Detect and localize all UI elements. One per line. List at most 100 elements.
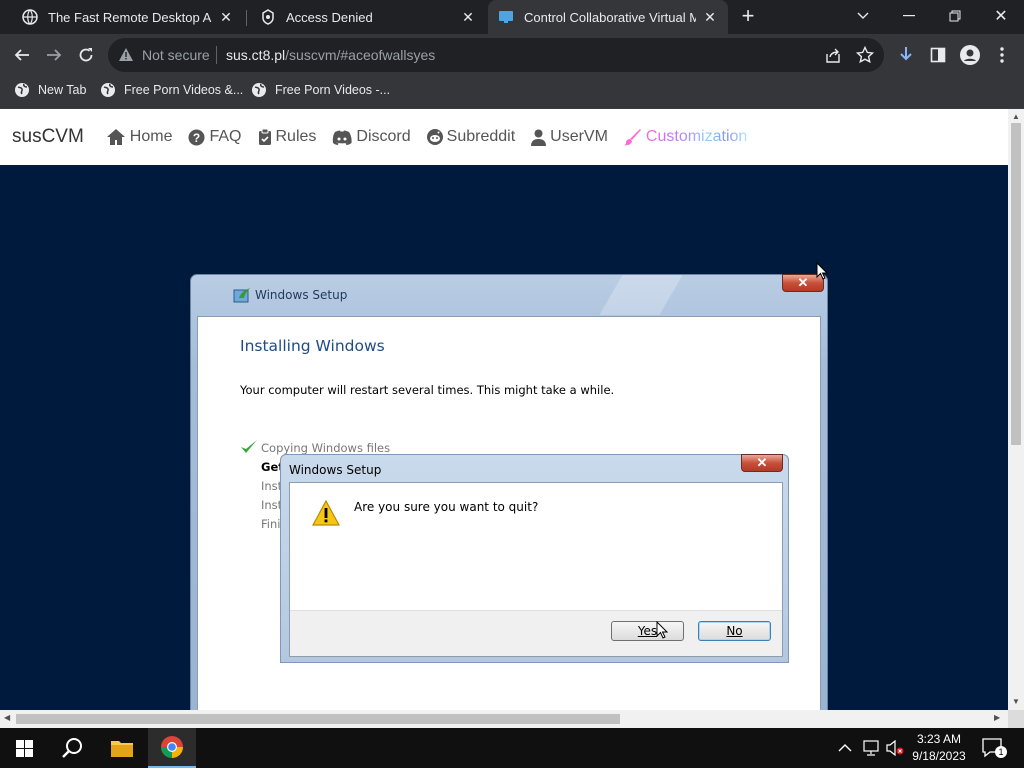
bookmark-free-porn-videos-2[interactable]: Free Porn Videos -... xyxy=(251,76,390,104)
address-bar[interactable]: Not secure sus.ct8.pl/suscvm/#aceofwalls… xyxy=(108,38,884,72)
volume-muted-icon[interactable] xyxy=(886,739,904,761)
bookmark-new-tab[interactable]: New Tab xyxy=(14,76,86,104)
nav-label: Subreddit xyxy=(446,128,516,145)
nav-label: FAQ xyxy=(209,128,242,145)
quit-confirm-dialog: Windows Setup ✕ Are you sure you want to… xyxy=(280,454,789,663)
restore-icon xyxy=(949,10,961,22)
nav-label: UserVM xyxy=(550,128,608,145)
monitor-icon xyxy=(498,9,514,25)
forward-button[interactable] xyxy=(38,34,70,76)
address-divider xyxy=(216,46,217,64)
close-tab-icon[interactable]: ✕ xyxy=(460,9,476,25)
close-tab-icon[interactable]: ✕ xyxy=(702,9,718,25)
dialog-close-button[interactable]: ✕ xyxy=(741,454,783,472)
nav-home[interactable]: Home xyxy=(106,128,172,146)
tab-access-denied[interactable]: Access Denied ✕ xyxy=(250,0,486,34)
restore-button[interactable] xyxy=(932,0,978,32)
tab-title: Access Denied xyxy=(286,9,373,25)
home-icon xyxy=(106,129,125,145)
dialog-title: Windows Setup xyxy=(289,463,382,477)
bookmark-label: Free Porn Videos -... xyxy=(275,83,391,97)
clock-date: 9/18/2023 xyxy=(912,749,966,763)
scroll-down-arrow-icon[interactable]: ▼ xyxy=(1012,697,1020,706)
scroll-left-arrow-icon[interactable]: ◀ xyxy=(4,713,10,722)
horizontal-scroll-thumb[interactable] xyxy=(16,714,620,724)
download-arrow-icon xyxy=(900,47,912,61)
nav-discord[interactable]: Discord xyxy=(332,128,411,146)
tab-search-button[interactable] xyxy=(840,0,886,32)
bookmark-free-porn-videos-1[interactable]: Free Porn Videos &... xyxy=(100,76,243,104)
close-icon: ✕ xyxy=(756,455,768,470)
chrome-taskbar-button[interactable] xyxy=(148,728,196,768)
warning-triangle-icon[interactable] xyxy=(118,47,134,67)
close-window-button[interactable]: ✕ xyxy=(978,0,1024,32)
reload-button[interactable] xyxy=(70,34,102,76)
close-icon: ✕ xyxy=(994,8,1008,25)
horizontal-scrollbar[interactable]: ◀ ▶ xyxy=(0,710,1008,728)
bookmarks-bar: New Tab Free Porn Videos &... Free Porn … xyxy=(0,76,1024,109)
nav-uservm[interactable]: UserVM xyxy=(531,128,608,146)
scroll-right-arrow-icon[interactable]: ▶ xyxy=(994,713,1000,722)
no-button[interactable]: No xyxy=(698,621,771,641)
mouse-cursor-icon xyxy=(656,620,669,644)
extension-download-button[interactable] xyxy=(890,34,922,76)
mouse-cursor-icon xyxy=(816,261,829,285)
yes-button[interactable]: Yes xyxy=(611,621,684,641)
tab-fast-remote-desktop[interactable]: The Fast Remote Desktop Application ✕ xyxy=(12,0,244,34)
notifications-button[interactable]: 1 xyxy=(982,738,1007,763)
reload-icon xyxy=(79,48,93,62)
kebab-menu-icon xyxy=(1000,47,1004,63)
dialog-button-bar: Yes No xyxy=(290,610,782,656)
profile-button[interactable] xyxy=(954,34,986,76)
folder-icon xyxy=(111,741,133,757)
arrow-left-icon xyxy=(14,49,29,61)
file-explorer-button[interactable] xyxy=(98,728,146,768)
url-text[interactable]: sus.ct8.pl/suscvm/#aceofwallsyes xyxy=(226,47,435,63)
nav-label: Rules xyxy=(275,128,317,145)
security-label[interactable]: Not secure xyxy=(142,47,210,63)
network-icon[interactable] xyxy=(862,740,880,761)
globe-icon xyxy=(14,82,30,98)
tab-separator xyxy=(246,10,247,26)
taskbar-clock[interactable]: 3:23 AM 9/18/2023 xyxy=(906,731,972,765)
scrollbar-corner xyxy=(1008,710,1024,728)
star-icon[interactable] xyxy=(855,45,875,69)
site-brand[interactable]: susCVM xyxy=(12,126,84,148)
url-path: /suscvm/#aceofwallsyes xyxy=(285,47,436,63)
nav-subreddit[interactable]: Subreddit xyxy=(426,128,516,146)
url-host: sus.ct8.pl xyxy=(226,47,286,63)
new-tab-button[interactable]: + xyxy=(737,5,759,28)
share-icon[interactable] xyxy=(824,46,842,69)
scroll-up-arrow-icon[interactable]: ▲ xyxy=(1012,112,1020,121)
nav-faq[interactable]: ? FAQ xyxy=(188,128,242,146)
menu-button[interactable] xyxy=(986,34,1018,76)
tab-strip: The Fast Remote Desktop Application ✕ Ac… xyxy=(0,0,1024,34)
nav-rules[interactable]: Rules xyxy=(258,128,317,146)
warning-icon xyxy=(311,499,341,531)
nav-customization[interactable]: Customization xyxy=(623,128,747,146)
close-tab-icon[interactable]: ✕ xyxy=(218,9,234,25)
show-hidden-icons-chevron-icon[interactable] xyxy=(838,740,852,758)
no-label: No xyxy=(726,624,743,638)
cloudflare-icon xyxy=(260,9,276,25)
nav-label: Discord xyxy=(356,128,411,145)
search-icon xyxy=(62,738,82,758)
start-button[interactable] xyxy=(0,728,48,768)
minimize-icon xyxy=(903,15,915,17)
reddit-icon xyxy=(426,129,443,145)
svg-text:?: ? xyxy=(193,131,200,145)
setup-icon xyxy=(233,286,251,309)
vertical-scrollbar[interactable]: ▲ ▼ xyxy=(1008,109,1024,710)
globe-icon xyxy=(251,82,267,98)
close-icon: ✕ xyxy=(797,275,809,290)
browser-toolbar: Not secure sus.ct8.pl/suscvm/#aceofwalls… xyxy=(0,34,1024,76)
vertical-scroll-thumb[interactable] xyxy=(1011,123,1021,445)
back-button[interactable] xyxy=(6,34,38,76)
tab-control-collaborative-vm[interactable]: Control Collaborative Virtual Machines ✕ xyxy=(488,0,728,34)
setup-window-title: Windows Setup xyxy=(255,288,348,302)
side-panel-button[interactable] xyxy=(922,34,954,76)
page-viewport: susCVM Home ? FAQ Rules Discord Subreddi… xyxy=(0,109,1008,710)
search-button[interactable] xyxy=(48,728,96,768)
minimize-button[interactable] xyxy=(886,0,932,32)
dialog-message: Are you sure you want to quit? xyxy=(354,500,539,514)
